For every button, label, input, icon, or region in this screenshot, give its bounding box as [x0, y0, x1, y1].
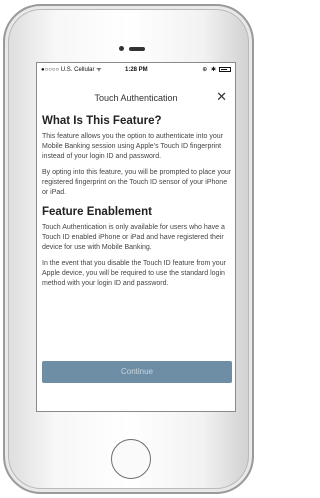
bluetooth-icon: ⊕ ✱: [202, 67, 217, 73]
status-bar: ●○○○○ U.S. Cellular ᯤ 1:28 PM ⊕ ✱: [37, 63, 235, 77]
battery-icon: [219, 66, 231, 72]
camera-icon: [119, 46, 124, 51]
enablement-paragraph-2: In the event that you disable the Touch …: [42, 260, 226, 287]
section-heading-enablement: Feature Enablement: [42, 206, 152, 218]
screen: ●○○○○ U.S. Cellular ᯤ 1:28 PM ⊕ ✱ Touch …: [36, 62, 236, 412]
speaker-grille: [129, 47, 145, 51]
feature-paragraph-1: This feature allows you the option to au…: [42, 133, 223, 160]
status-icons: ⊕ ✱: [202, 63, 231, 77]
carrier-signal: ●○○○○ U.S. Cellular ᯤ: [41, 67, 102, 73]
feature-paragraph-2: By opting into this feature, you will be…: [42, 169, 232, 196]
home-button[interactable]: [111, 439, 151, 479]
enablement-paragraph-1: Touch Authentication is only available f…: [42, 224, 225, 251]
nav-bar: Touch Authentication ✕: [37, 90, 235, 105]
content: What Is This Feature? This feature allow…: [42, 114, 232, 295]
section-heading-feature: What Is This Feature?: [42, 115, 162, 127]
close-icon[interactable]: ✕: [216, 90, 227, 104]
continue-button[interactable]: Continue: [42, 361, 232, 383]
status-time: 1:28 PM: [125, 67, 148, 73]
page-title: Touch Authentication: [94, 93, 178, 103]
phone-frame: ●○○○○ U.S. Cellular ᯤ 1:28 PM ⊕ ✱ Touch …: [3, 4, 254, 494]
